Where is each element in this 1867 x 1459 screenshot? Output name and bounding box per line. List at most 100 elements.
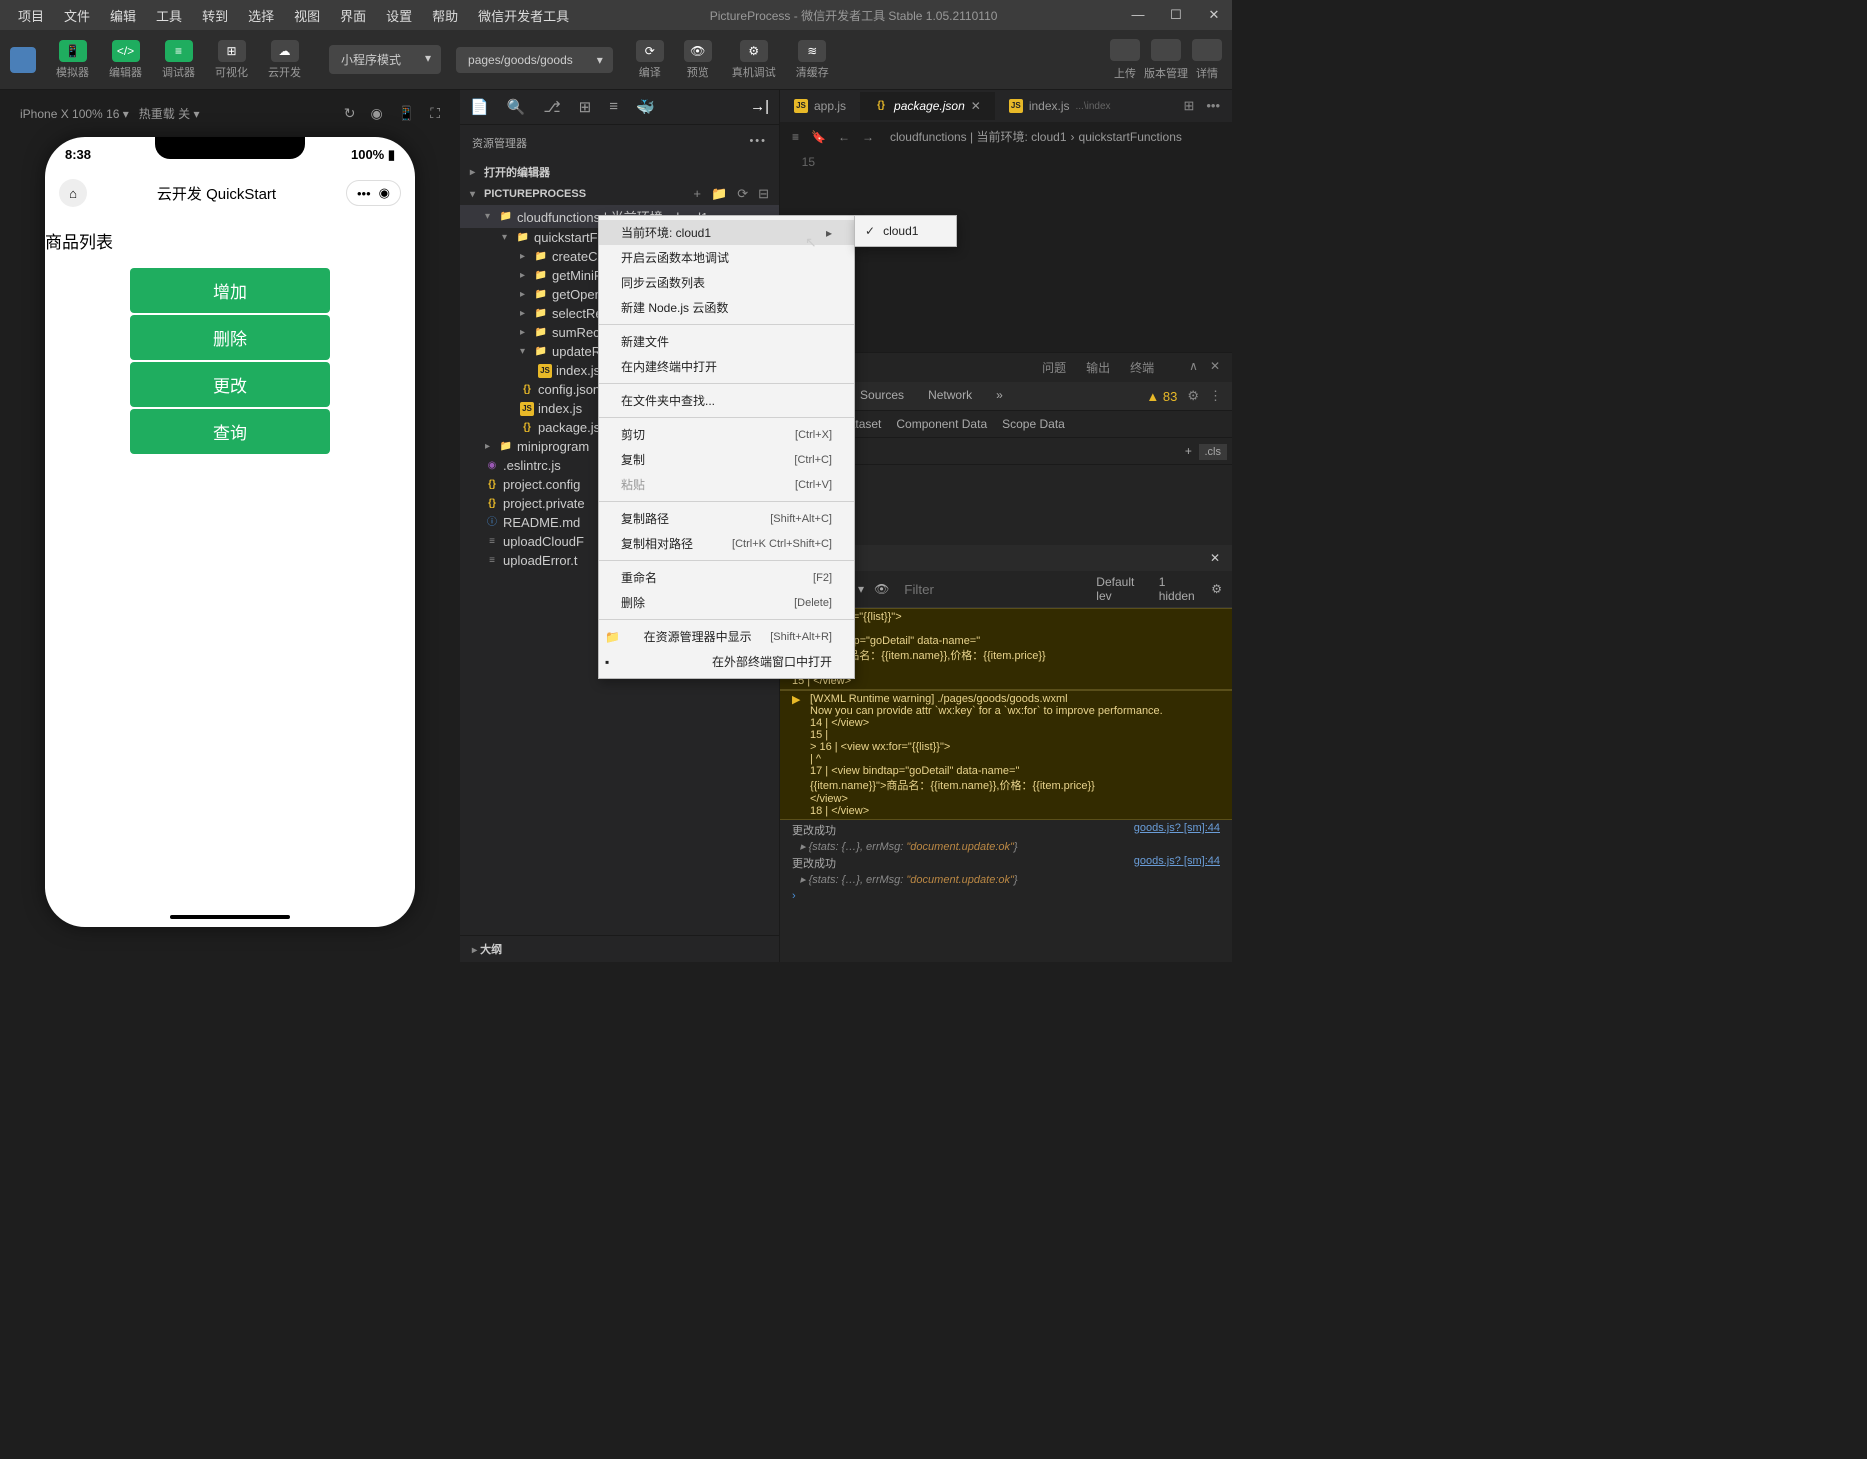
filter-input[interactable] <box>899 580 1086 599</box>
update-button[interactable]: 更改 <box>130 362 330 407</box>
ext-icon[interactable]: ⊞ <box>579 98 592 116</box>
details-button[interactable]: 详情 <box>1192 39 1222 81</box>
breadcrumb-folder[interactable]: cloudfunctions | 当前环境: cloud1 <box>890 128 1067 145</box>
problems-tab[interactable]: 问题 <box>1042 359 1066 376</box>
tab-index-js[interactable]: JSindex.js ...\index <box>995 92 1125 120</box>
remote-debug-button[interactable]: ⚙真机调试 <box>724 38 784 82</box>
ctx-rename[interactable]: 重命名[F2] <box>599 565 854 590</box>
add-button[interactable]: 增加 <box>130 268 330 313</box>
record-icon[interactable]: ◉ <box>371 105 383 122</box>
ctx-cut[interactable]: 剪切[Ctrl+X] <box>599 422 854 447</box>
phone-capsule[interactable]: •••◉ <box>346 180 401 206</box>
ctx-ext-terminal[interactable]: ▪在外部终端窗口中打开 <box>599 649 854 674</box>
network-tab[interactable]: Network <box>916 382 984 410</box>
close-drawer-icon[interactable]: ✕ <box>1198 545 1232 571</box>
docker-icon[interactable]: 🐳 <box>636 98 655 116</box>
device-select[interactable]: iPhone X 100% 16 ▾ <box>20 107 129 121</box>
ctx-reveal[interactable]: 📁在资源管理器中显示[Shift+Alt+R] <box>599 624 854 649</box>
tab-overflow-icon[interactable]: ••• <box>1206 98 1220 114</box>
ctx-delete[interactable]: 删除[Delete] <box>599 590 854 615</box>
ctx-find-folder[interactable]: 在文件夹中查找... <box>599 388 854 413</box>
device-icon[interactable]: 📱 <box>398 105 415 122</box>
forward-icon[interactable]: → <box>862 130 874 144</box>
back-icon[interactable]: ← <box>838 130 850 144</box>
files-icon[interactable]: 📄 <box>470 98 489 116</box>
terminal-tab[interactable]: 终端 <box>1130 359 1154 376</box>
sources-tab[interactable]: Sources <box>848 382 916 410</box>
menu-wechat[interactable]: 微信开发者工具 <box>468 2 579 29</box>
menu-select[interactable]: 选择 <box>238 2 284 29</box>
refresh-icon[interactable]: ↻ <box>344 105 356 122</box>
menu-goto[interactable]: 转到 <box>192 2 238 29</box>
hotreload-select[interactable]: 热重载 关 ▾ <box>139 105 200 122</box>
menu-help[interactable]: 帮助 <box>422 2 468 29</box>
collapse-icon[interactable]: ⊟ <box>758 186 769 202</box>
new-folder-icon[interactable]: 📁 <box>711 186 727 202</box>
simulator-toggle[interactable]: 📱模拟器 <box>48 38 97 82</box>
close-panel-icon[interactable]: ✕ <box>1210 359 1220 376</box>
source-link[interactable]: goods.js? [sm]:44 <box>1134 822 1220 838</box>
upload-button[interactable]: 上传 <box>1110 39 1140 81</box>
debugger-toggle[interactable]: ≡调试器 <box>154 38 203 82</box>
project-section[interactable]: ▾PICTUREPROCESS + 📁 ⟳ ⊟ <box>460 183 779 205</box>
devtools-more-icon[interactable]: ⋮ <box>1209 388 1222 404</box>
db-icon[interactable]: ≡ <box>609 98 618 116</box>
indent-icon[interactable]: →| <box>750 98 769 116</box>
clear-cache-button[interactable]: ≋清缓存 <box>788 38 837 82</box>
explorer-more-icon[interactable]: ••• <box>749 135 767 151</box>
maximize-button[interactable]: ☐ <box>1166 7 1186 23</box>
level-select[interactable]: Default lev <box>1096 575 1148 603</box>
menu-settings[interactable]: 设置 <box>376 2 422 29</box>
bookmark-icon[interactable]: 🔖 <box>811 130 826 144</box>
delete-button[interactable]: 删除 <box>130 315 330 360</box>
cls-toggle[interactable]: .cls <box>1199 444 1228 460</box>
search-icon[interactable]: 🔍 <box>507 98 526 116</box>
menu-project[interactable]: 项目 <box>8 2 54 29</box>
branch-icon[interactable]: ⎇ <box>543 98 560 116</box>
compile-button[interactable]: ⟳编译 <box>628 38 672 82</box>
console-settings-icon[interactable]: ⚙ <box>1211 582 1222 596</box>
chevron-up-icon[interactable]: ∧ <box>1189 359 1198 376</box>
mode-select[interactable]: 小程序模式 <box>329 45 441 74</box>
preview-button[interactable]: 👁预览 <box>676 38 720 82</box>
menu-file[interactable]: 文件 <box>54 2 100 29</box>
eye-icon[interactable]: 👁 <box>874 582 889 596</box>
cloud-toggle[interactable]: ☁云开发 <box>260 38 309 82</box>
query-button[interactable]: 查询 <box>130 409 330 454</box>
menu-ui[interactable]: 界面 <box>330 2 376 29</box>
open-editors-section[interactable]: ▸打开的编辑器 <box>460 161 779 183</box>
breadcrumb-file[interactable]: quickstartFunctions <box>1079 130 1182 144</box>
outline-section[interactable]: ▸ 大纲 <box>460 935 779 962</box>
scope-data-tab[interactable]: Scope Data <box>1002 417 1065 431</box>
ctx-copy-path[interactable]: 复制路径[Shift+Alt+C] <box>599 506 854 531</box>
menu-view[interactable]: 视图 <box>284 2 330 29</box>
version-button[interactable]: 版本管理 <box>1144 39 1188 81</box>
new-file-icon[interactable]: + <box>693 186 701 202</box>
ctx-new-file[interactable]: 新建文件 <box>599 329 854 354</box>
ctx-new-function[interactable]: 新建 Node.js 云函数 <box>599 295 854 320</box>
visual-toggle[interactable]: ⊞可视化 <box>207 38 256 82</box>
refresh-tree-icon[interactable]: ⟳ <box>737 186 748 202</box>
component-data-tab[interactable]: Component Data <box>896 417 987 431</box>
more-tabs-icon[interactable]: » <box>984 382 1015 410</box>
ctx-open-terminal[interactable]: 在内建终端中打开 <box>599 354 854 379</box>
source-link[interactable]: goods.js? [sm]:44 <box>1134 855 1220 871</box>
user-avatar[interactable] <box>10 47 36 73</box>
menu-tool[interactable]: 工具 <box>146 2 192 29</box>
add-style-icon[interactable]: + <box>1185 444 1192 458</box>
minimize-button[interactable]: — <box>1128 7 1148 23</box>
env-cloud1[interactable]: ✓cloud1 <box>855 220 956 242</box>
ctx-sync-functions[interactable]: 同步云函数列表 <box>599 270 854 295</box>
ctx-copy-rel-path[interactable]: 复制相对路径[Ctrl+K Ctrl+Shift+C] <box>599 531 854 556</box>
list-icon[interactable]: ≡ <box>792 130 799 144</box>
phone-home-icon[interactable]: ⌂ <box>59 179 87 207</box>
tab-package-json[interactable]: {}package.json✕ <box>860 92 995 120</box>
tab-more-icon[interactable]: ⊞ <box>1183 98 1194 114</box>
close-button[interactable]: ✕ <box>1204 7 1224 23</box>
editor-toggle[interactable]: </>编辑器 <box>101 38 150 82</box>
settings-icon[interactable]: ⚙ <box>1187 388 1199 404</box>
close-tab-icon[interactable]: ✕ <box>971 99 981 113</box>
expand-icon[interactable]: ⛶ <box>430 105 440 122</box>
tab-app-js[interactable]: JSapp.js <box>780 92 860 120</box>
output-tab[interactable]: 输出 <box>1086 359 1110 376</box>
